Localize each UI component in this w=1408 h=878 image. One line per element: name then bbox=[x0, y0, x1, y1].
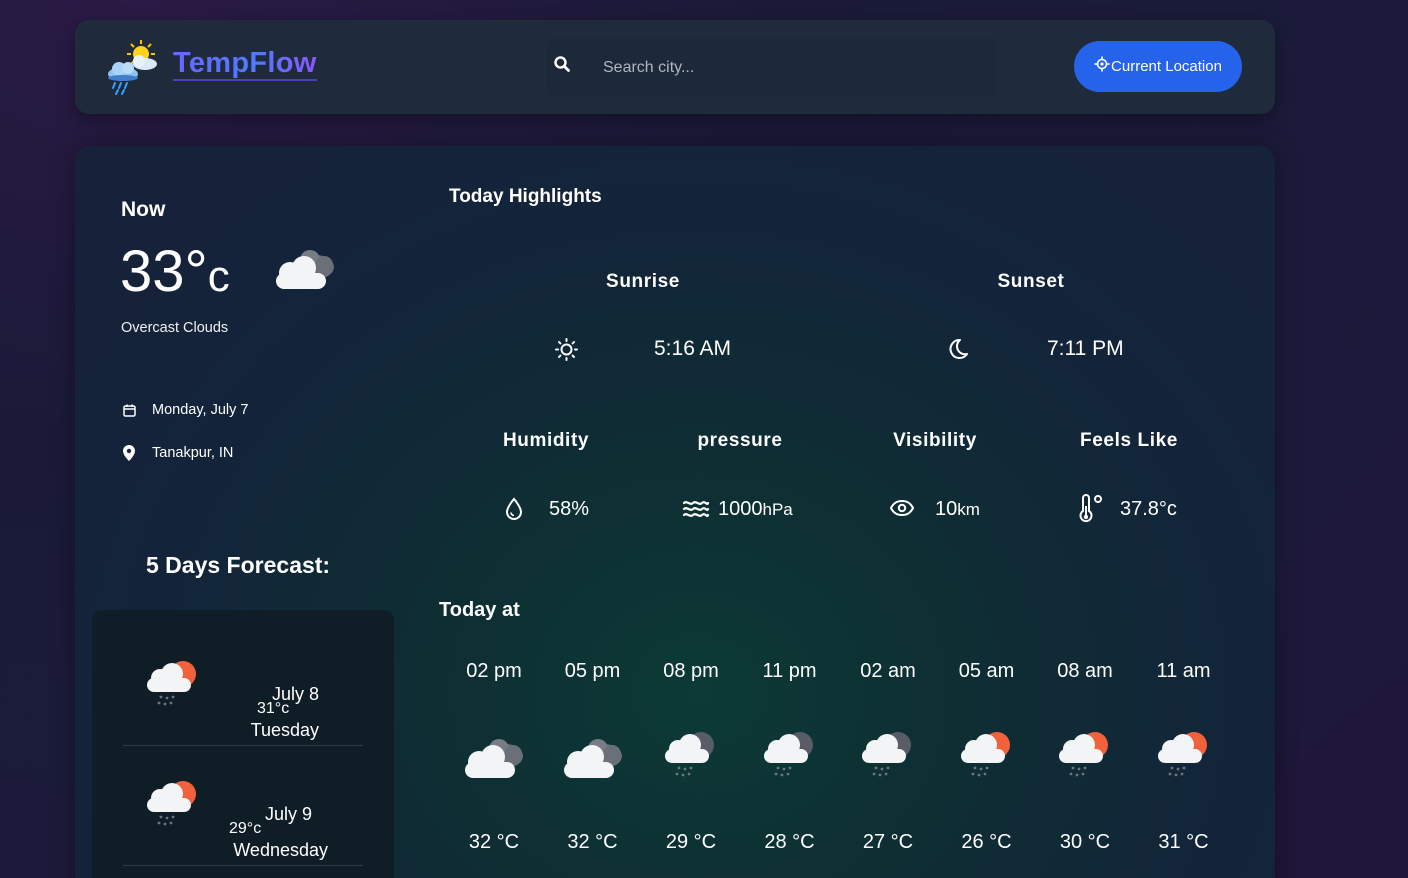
visibility-value: 10km bbox=[935, 498, 980, 521]
hourly-time: 05 pm bbox=[564, 660, 621, 682]
thermometer-icon bbox=[1079, 494, 1102, 523]
sun-icon bbox=[555, 338, 578, 361]
location-pin-icon bbox=[121, 445, 137, 461]
forecast-item[interactable]: 29°c July 9 Wednesday bbox=[123, 746, 363, 866]
droplet-icon bbox=[505, 497, 523, 520]
hourly-temp: 27 °C bbox=[862, 831, 914, 853]
current-date: Monday, July 7 bbox=[152, 402, 249, 418]
forecast-item[interactable]: 31°c July 8 Tuesday bbox=[123, 626, 363, 746]
rain-night-cloud-icon bbox=[860, 729, 916, 786]
waves-icon bbox=[682, 501, 710, 517]
today-at-heading: Today at bbox=[439, 599, 520, 621]
forecast-date: July 9 bbox=[264, 804, 312, 824]
hourly-temp: 32 °C bbox=[567, 831, 618, 853]
rain-night-cloud-icon bbox=[762, 729, 818, 786]
current-temperature: 33°c bbox=[120, 238, 230, 311]
pressure-number: 1000 bbox=[718, 498, 763, 520]
pressure-label: pressure bbox=[697, 430, 783, 451]
rain-sun-cloud-icon bbox=[1057, 729, 1113, 786]
rain-sun-cloud-icon bbox=[1156, 729, 1212, 786]
moon-icon bbox=[949, 338, 968, 359]
forecast-heading: 5 Days Forecast: bbox=[146, 552, 331, 578]
app-name[interactable]: TempFlow bbox=[173, 48, 317, 81]
crosshair-icon bbox=[1094, 56, 1110, 71]
current-date-row: Monday, July 7 bbox=[121, 402, 248, 418]
sunset-time: 7:11 PM bbox=[1047, 337, 1124, 360]
hourly-temp: 26 °C bbox=[961, 831, 1012, 853]
forecast-date: July 8 bbox=[271, 684, 319, 704]
overcast-clouds-icon bbox=[558, 736, 628, 789]
search-bar[interactable] bbox=[545, 37, 998, 97]
current-location-label: Current Location bbox=[1111, 58, 1222, 75]
current-temp-unit: c bbox=[207, 252, 230, 301]
visibility-label: Visibility bbox=[893, 430, 977, 451]
hourly-temp: 28 °C bbox=[764, 831, 815, 853]
feels-like-value: 37.8°c bbox=[1120, 498, 1177, 520]
overcast-clouds-icon bbox=[276, 250, 334, 289]
forecast-list: 31°c July 8 Tuesday 29°c July 9 Wednesda… bbox=[92, 610, 394, 878]
highlights-heading: Today Highlights bbox=[449, 186, 602, 207]
hourly-time: 11 pm bbox=[762, 660, 817, 682]
feels-like-label: Feels Like bbox=[1080, 430, 1178, 451]
now-heading: Now bbox=[121, 198, 166, 221]
forecast-day: Wednesday bbox=[233, 840, 328, 860]
visibility-unit: km bbox=[957, 500, 980, 519]
sunrise-time: 5:16 AM bbox=[654, 337, 732, 360]
visibility-number: 10 bbox=[935, 498, 958, 520]
current-location: Tanakpur, IN bbox=[152, 445, 234, 461]
hourly-temp: 30 °C bbox=[1059, 831, 1111, 853]
rain-night-cloud-icon bbox=[663, 729, 719, 786]
weather-panel: Now 33°c Overcast Clouds Monday, July 7 … bbox=[75, 146, 1275, 878]
rain-sun-cloud-icon bbox=[147, 661, 196, 706]
top-bar: TempFlow Current Location bbox=[75, 20, 1275, 114]
calendar-icon bbox=[121, 404, 137, 417]
hourly-time: 08 am bbox=[1057, 660, 1113, 682]
current-location-button[interactable]: Current Location bbox=[1074, 41, 1242, 92]
search-icon[interactable] bbox=[553, 55, 571, 73]
hourly-time: 02 am bbox=[860, 660, 916, 682]
hourly-time: 05 am bbox=[958, 660, 1015, 682]
overcast-clouds-icon bbox=[459, 736, 529, 789]
hourly-time: 02 pm bbox=[466, 660, 522, 682]
pressure-unit: hPa bbox=[762, 500, 793, 519]
current-temp-value: 33° bbox=[120, 239, 208, 304]
current-location-row: Tanakpur, IN bbox=[121, 445, 233, 461]
hourly-temp: 32 °C bbox=[468, 831, 520, 853]
current-condition: Overcast Clouds bbox=[121, 320, 229, 336]
weather-logo-icon bbox=[108, 40, 157, 95]
humidity-label: Humidity bbox=[502, 430, 590, 451]
hourly-temp: 29 °C bbox=[665, 831, 717, 853]
forecast-day: Tuesday bbox=[250, 720, 319, 740]
search-input[interactable] bbox=[603, 56, 963, 80]
sunrise-label: Sunrise bbox=[606, 271, 680, 292]
hourly-time: 08 pm bbox=[663, 660, 719, 682]
pressure-value: 1000hPa bbox=[718, 498, 793, 521]
eye-icon bbox=[889, 499, 915, 517]
rain-sun-cloud-icon bbox=[959, 729, 1015, 786]
hourly-time: 11 am bbox=[1156, 660, 1211, 682]
humidity-value: 58% bbox=[549, 498, 590, 520]
sunset-label: Sunset bbox=[997, 271, 1065, 292]
hourly-temp: 31 °C bbox=[1158, 831, 1209, 853]
